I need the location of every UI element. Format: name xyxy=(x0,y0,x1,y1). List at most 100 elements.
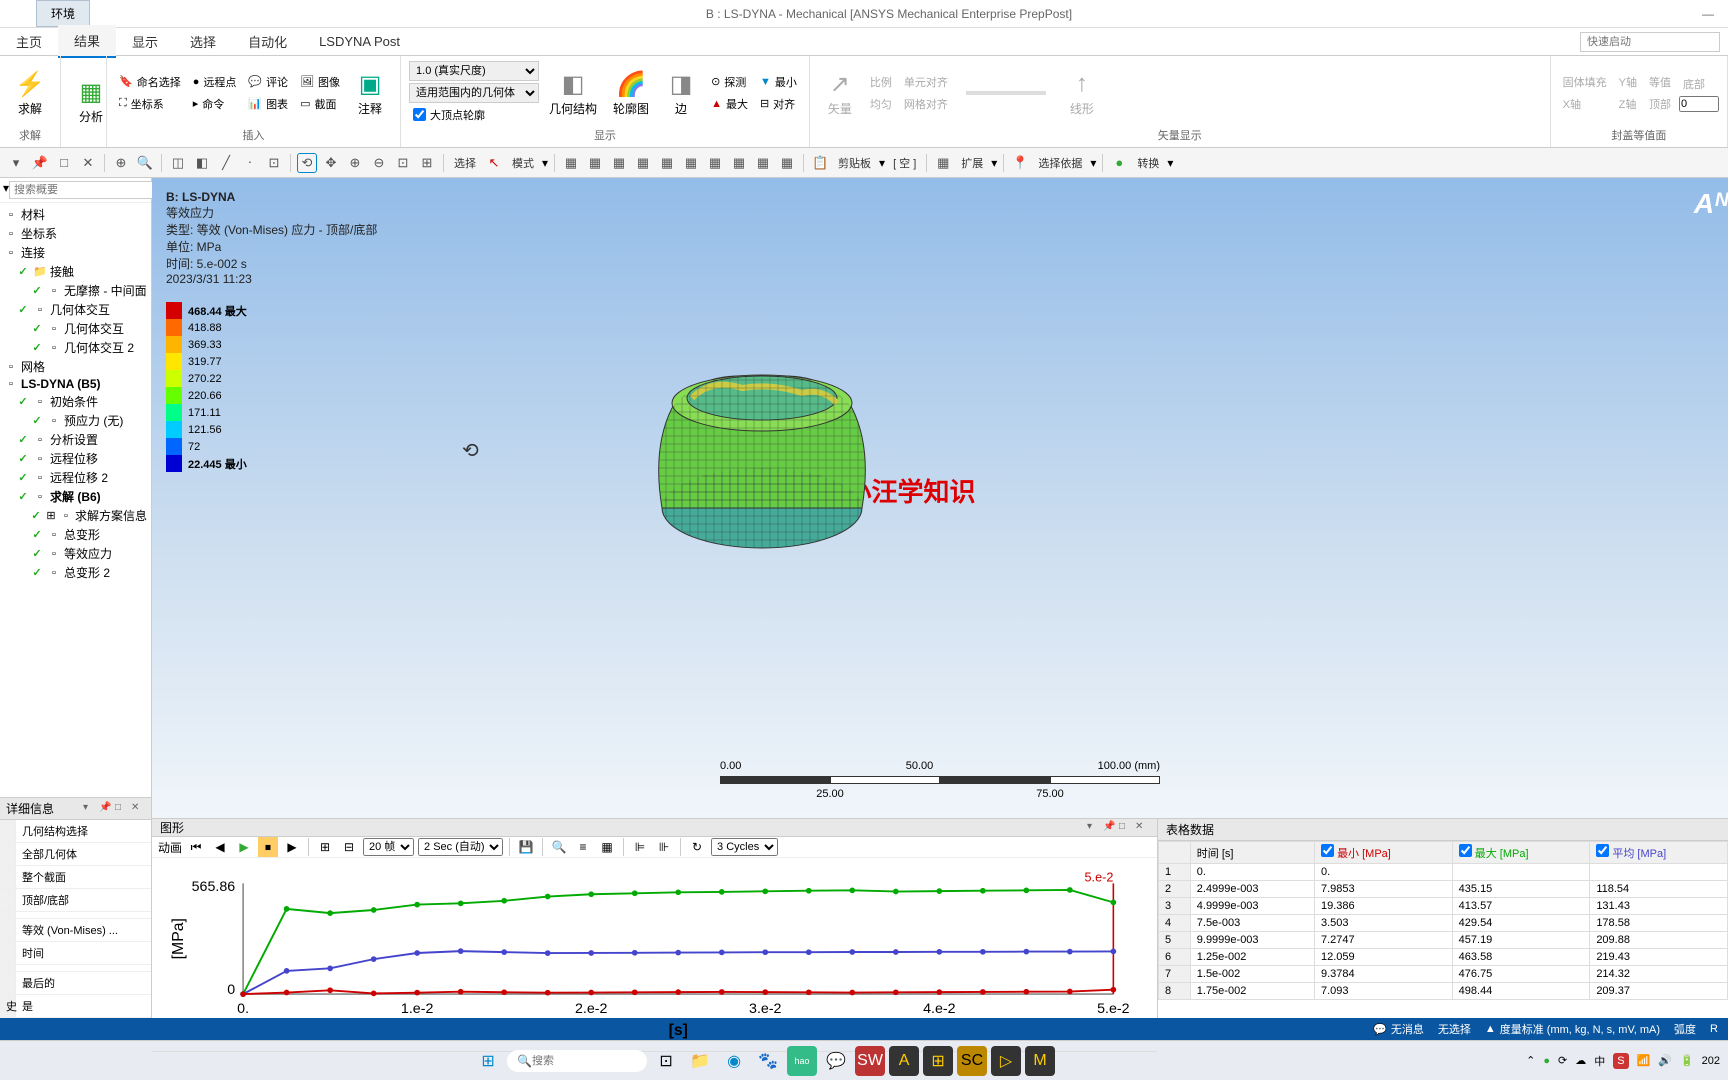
tray-icon[interactable]: ☁ xyxy=(1575,1054,1586,1067)
mode-label[interactable]: 模式 xyxy=(508,155,538,171)
tree-item[interactable]: ✓▫等效应力 xyxy=(2,544,149,563)
probe-button[interactable]: ⊙探测 xyxy=(707,72,752,92)
scale-select[interactable]: 1.0 (真实尺度) xyxy=(409,61,539,81)
time-select[interactable]: 2 Sec (自动) xyxy=(418,838,503,856)
export-icon[interactable]: 💾 xyxy=(516,837,536,857)
tree-item[interactable]: ▫LS-DYNA (B5) xyxy=(2,376,149,392)
menu-display[interactable]: 显示 xyxy=(116,26,174,57)
proportion-button[interactable]: 比例 xyxy=(866,72,896,92)
table-row[interactable]: 59.9999e-0037.2747457.19209.88 xyxy=(1159,932,1728,949)
menu-home[interactable]: 主页 xyxy=(0,26,58,57)
tree-body[interactable]: ▫材料▫坐标系▫连接✓📁接触✓▫无摩擦 - 中间面✓▫几何体交互✓▫几何体交互✓… xyxy=(0,203,151,797)
wifi-icon[interactable]: 📶 xyxy=(1637,1054,1651,1067)
tray-icon[interactable]: ⟳ xyxy=(1558,1054,1567,1067)
tray-chevron-icon[interactable]: ⌃ xyxy=(1526,1054,1535,1067)
view-icon[interactable]: ▦ xyxy=(729,153,749,173)
unit-align-button[interactable]: 单元对齐 xyxy=(900,72,952,92)
dropdown-icon[interactable]: ▾ xyxy=(83,802,97,816)
tree-item[interactable]: ✓📁接触 xyxy=(2,262,149,281)
window-icon[interactable]: □ xyxy=(115,802,129,816)
z-axis-button[interactable]: Z轴 xyxy=(1615,94,1641,114)
details-row[interactable]: 最后的 xyxy=(0,972,151,995)
tree-item[interactable]: ✓▫几何体交互 xyxy=(2,300,149,319)
menu-automation[interactable]: 自动化 xyxy=(232,26,303,57)
tree-item[interactable]: ▫材料 xyxy=(2,205,149,224)
status-no-msg[interactable]: 💬无消息 xyxy=(1373,1021,1424,1037)
clipboard-icon[interactable]: 📋 xyxy=(810,153,830,173)
tree-item[interactable]: ▫坐标系 xyxy=(2,224,149,243)
cursor-icon[interactable]: ↖ xyxy=(484,153,504,173)
bottom-button[interactable]: 底部 xyxy=(1679,74,1719,94)
view-icon[interactable]: ▦ xyxy=(753,153,773,173)
tree-item[interactable]: ✓⊞▫求解方案信息 xyxy=(2,506,149,525)
taskbar-search[interactable]: 🔍 xyxy=(507,1050,647,1072)
view-icon[interactable]: ▦ xyxy=(561,153,581,173)
table-row[interactable]: 34.9999e-00319.386413.57131.43 xyxy=(1159,898,1728,915)
volume-icon[interactable]: 🔊 xyxy=(1658,1054,1672,1067)
table-row[interactable]: 61.25e-00212.059463.58219.43 xyxy=(1159,949,1728,966)
grid-align-button[interactable]: 网格对齐 xyxy=(900,94,952,114)
tree-item[interactable]: ✓▫分析设置 xyxy=(2,430,149,449)
clock[interactable]: 202 xyxy=(1702,1055,1720,1067)
graph-body[interactable]: 565.860[MPa]0.1.e-22.e-23.e-24.e-25.e-2[… xyxy=(152,858,1157,1051)
min-header[interactable]: 最小 [MPa] xyxy=(1315,842,1453,864)
tree-item[interactable]: ✓▫几何体交互 2 xyxy=(2,338,149,357)
tree-item[interactable]: ▫网格 xyxy=(2,357,149,376)
tree-item[interactable]: ✓▫预应力 (无) xyxy=(2,411,149,430)
tree-item[interactable]: ▫连接 xyxy=(2,243,149,262)
select-by-label[interactable]: 选择依据 xyxy=(1034,155,1086,171)
edge-icon[interactable]: ╱ xyxy=(216,153,236,173)
zoom-icon[interactable]: 🔍 xyxy=(135,153,155,173)
max-header[interactable]: 最大 [MPa] xyxy=(1452,842,1590,864)
table-row[interactable]: 71.5e-0029.3784476.75214.32 xyxy=(1159,966,1728,983)
details-row[interactable]: 顶部/底部 xyxy=(0,889,151,912)
remote-point-button[interactable]: ●远程点 xyxy=(189,72,241,92)
table-row[interactable]: 22.4999e-0037.9853435.15118.54 xyxy=(1159,881,1728,898)
menu-lsdyna-post[interactable]: LSDYNA Post xyxy=(303,28,416,55)
coord-sys-button[interactable]: ⛶坐标系 xyxy=(115,94,185,114)
expand-label[interactable]: 扩展 xyxy=(957,155,987,171)
details-row[interactable] xyxy=(0,965,151,972)
avg-header[interactable]: 平均 [MPa] xyxy=(1590,842,1728,864)
details-row[interactable]: 全部几何体 xyxy=(0,843,151,866)
details-row[interactable]: 整个截面 xyxy=(0,866,151,889)
vertex-icon[interactable]: ⋅ xyxy=(240,153,260,173)
context-tab[interactable]: 环境 xyxy=(36,0,90,27)
menu-result[interactable]: 结果 xyxy=(58,25,116,58)
image-button[interactable]: 🖼图像 xyxy=(296,72,344,92)
close-icon[interactable]: ✕ xyxy=(78,153,98,173)
scope-select[interactable]: 适用范围内的几何体 xyxy=(409,83,539,103)
view-icon[interactable]: ▦ xyxy=(633,153,653,173)
next-frame-icon[interactable]: ▶ xyxy=(282,837,302,857)
x-axis-button[interactable]: X轴 xyxy=(1559,94,1611,114)
tree-item[interactable]: ✓▫几何体交互 xyxy=(2,319,149,338)
zoom-icon[interactable]: 🔍 xyxy=(549,837,569,857)
close-icon[interactable]: ✕ xyxy=(1135,821,1149,835)
pin-icon[interactable]: 📌 xyxy=(30,153,50,173)
max-button[interactable]: ▲最大 xyxy=(707,94,752,114)
convert-label[interactable]: 转换 xyxy=(1133,155,1163,171)
details-row[interactable]: 几何结构选择 xyxy=(0,820,151,843)
large-vertex-checkbox[interactable]: 大顶点轮廓 xyxy=(409,105,539,125)
view-icon[interactable]: ▦ xyxy=(657,153,677,173)
stop-icon[interactable]: ⏹ xyxy=(258,837,278,857)
view-icon[interactable]: ▦ xyxy=(609,153,629,173)
loop-icon[interactable]: ↻ xyxy=(687,837,707,857)
body-icon[interactable]: ◫ xyxy=(168,153,188,173)
view-icon[interactable]: ▦ xyxy=(777,153,797,173)
node-icon[interactable]: ⊡ xyxy=(264,153,284,173)
battery-icon[interactable]: 🔋 xyxy=(1680,1054,1694,1067)
zoom-box-icon[interactable]: ⊡ xyxy=(393,153,413,173)
status-metric[interactable]: ▲度量标准 (mm, kg, N, s, mV, mA) xyxy=(1485,1021,1660,1037)
tree-item[interactable]: ✓▫无摩擦 - 中间面 xyxy=(2,281,149,300)
annotation-button[interactable]: ▣ 注释 xyxy=(348,66,392,119)
geometry-button[interactable]: ◧几何结构 xyxy=(543,66,603,119)
pin-icon[interactable]: 📌 xyxy=(1103,821,1117,835)
window-icon[interactable]: □ xyxy=(54,153,74,173)
fit-icon[interactable]: ⊞ xyxy=(417,153,437,173)
pin-icon[interactable]: 📍 xyxy=(1010,153,1030,173)
table-row[interactable]: 81.75e-0027.093498.44209.37 xyxy=(1159,983,1728,1000)
command-button[interactable]: ▸命令 xyxy=(189,94,241,114)
rotate-icon[interactable]: ⟲ xyxy=(297,153,317,173)
view-icon[interactable]: ▦ xyxy=(585,153,605,173)
